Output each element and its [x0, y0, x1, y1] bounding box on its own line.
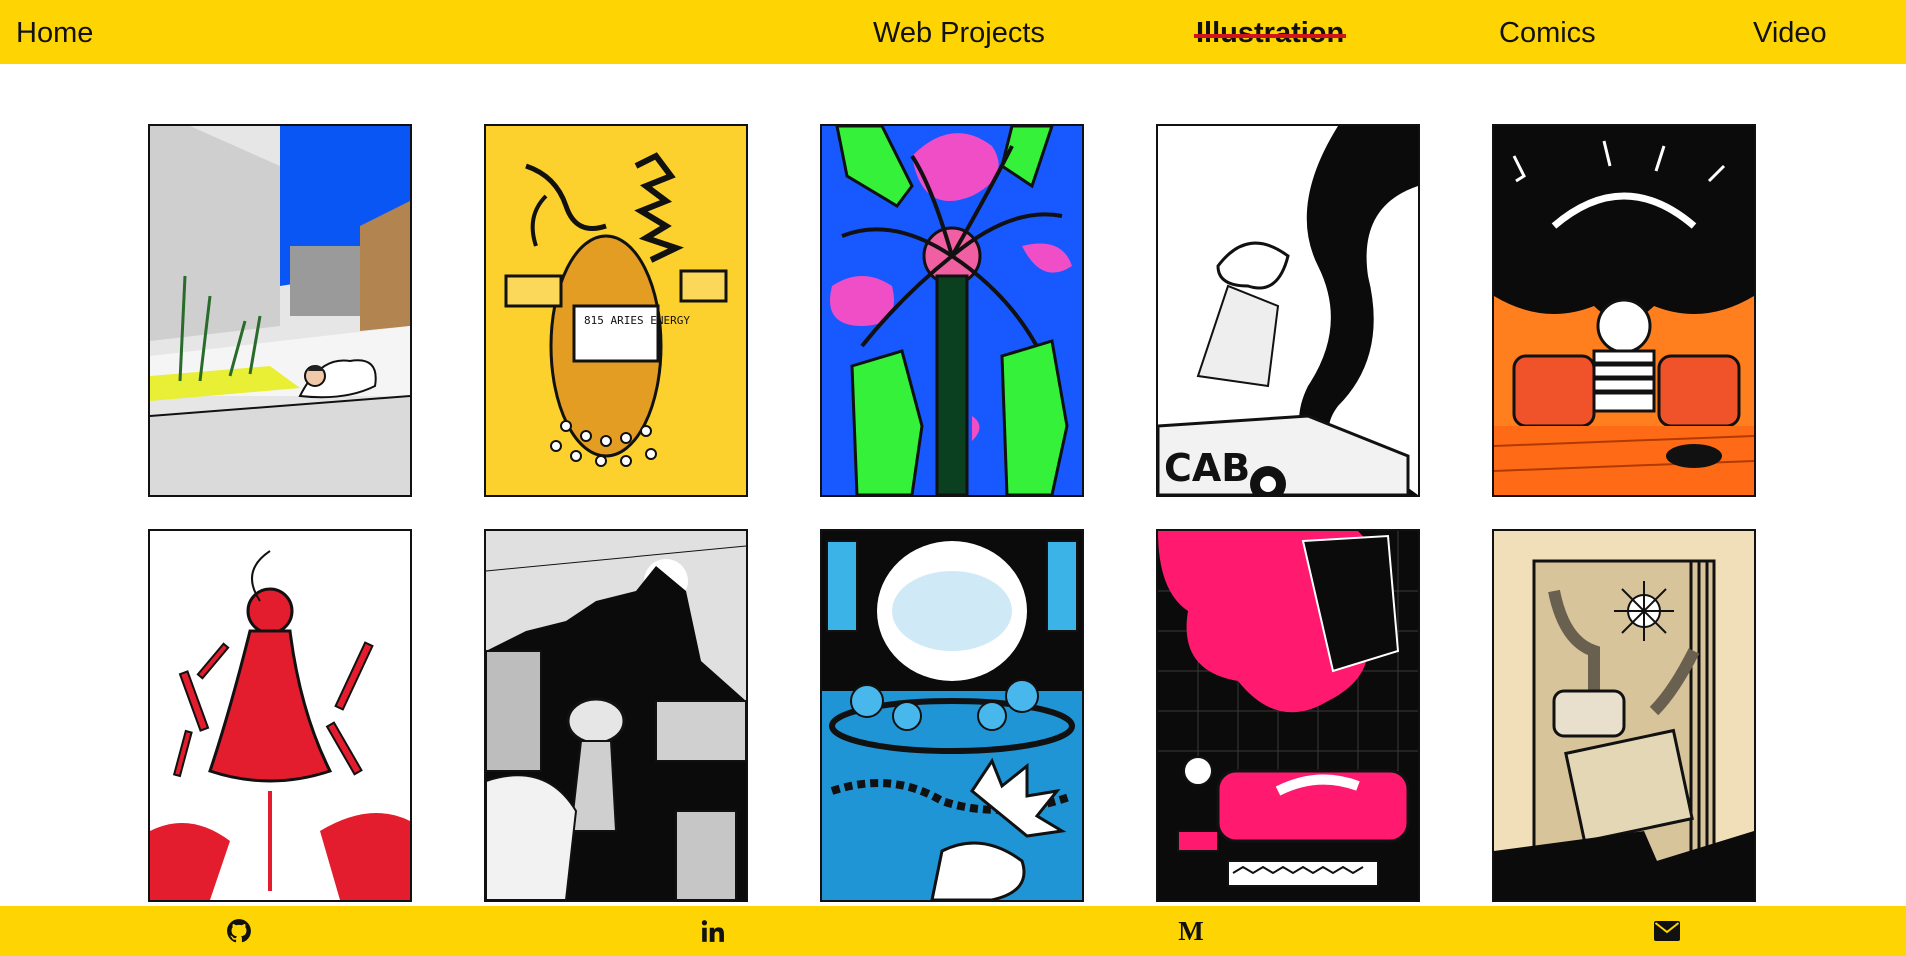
illustration-storm-on-sofa: [1494, 126, 1754, 495]
illustration-red-cloak-figure: [150, 531, 410, 900]
gallery-item[interactable]: [1156, 529, 1420, 902]
top-navigation: Home Web Projects Illustration Comics Vi…: [0, 0, 1906, 64]
gallery-item[interactable]: [820, 124, 1084, 497]
gallery-item[interactable]: 815 ARIES ENERGY: [484, 124, 748, 497]
github-icon[interactable]: [222, 914, 256, 948]
nav-home-link[interactable]: Home: [16, 16, 93, 50]
medium-icon[interactable]: M: [1174, 914, 1208, 948]
gallery-item[interactable]: [1492, 124, 1756, 497]
illustration-bathtub-scene: [1158, 531, 1418, 900]
illustration-doorway-robot: [1494, 531, 1754, 900]
gallery-item[interactable]: [820, 529, 1084, 902]
gallery-item[interactable]: [148, 529, 412, 902]
gallery-item[interactable]: [1492, 529, 1756, 902]
nav-web-projects-link[interactable]: Web Projects: [873, 16, 1045, 50]
active-strike-line: [1194, 34, 1347, 38]
illustration-energy-creature: 815 ARIES ENERGY: [486, 126, 746, 495]
gallery-item[interactable]: [484, 529, 748, 902]
energy-sign-text: 815 ARIES ENERGY: [584, 314, 690, 327]
illustration-dance-party: [822, 531, 1082, 900]
nav-video-link[interactable]: Video: [1753, 16, 1827, 50]
nav-comics-link[interactable]: Comics: [1499, 16, 1596, 50]
illustration-smoke-car: CAB: [1158, 126, 1418, 495]
illustration-mountain-village: [486, 531, 746, 900]
linkedin-icon[interactable]: [696, 914, 730, 948]
illustration-palm-tree-hands: [822, 126, 1082, 495]
illustration-gallery: 815 ARIES ENERGY CAB: [0, 64, 1906, 906]
footer-social-bar: M: [0, 906, 1906, 956]
mail-icon[interactable]: [1650, 914, 1684, 948]
illustration-rooftop-sleeper: [150, 126, 410, 495]
gallery-item[interactable]: [148, 124, 412, 497]
gallery-item[interactable]: CAB: [1156, 124, 1420, 497]
nav-illustration-label: Illustration: [1196, 17, 1345, 49]
car-graffiti-text: CAB: [1164, 446, 1250, 490]
nav-illustration-link[interactable]: Illustration: [1194, 16, 1347, 50]
medium-glyph: M: [1178, 915, 1204, 946]
